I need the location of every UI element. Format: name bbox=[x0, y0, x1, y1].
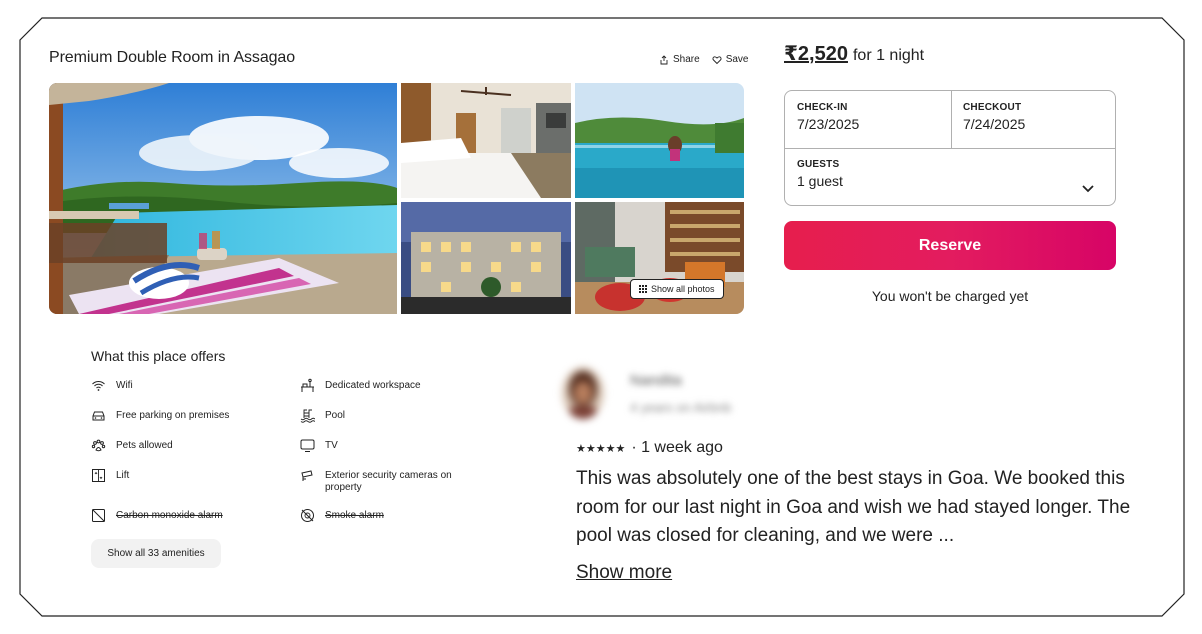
amenity-label: Lift bbox=[116, 470, 130, 481]
photo-building-exterior[interactable] bbox=[401, 202, 571, 314]
photo-infinity-pool[interactable] bbox=[575, 83, 744, 198]
review-text: This was absolutely one of the best stay… bbox=[576, 468, 1131, 546]
share-save-actions: Share Save bbox=[659, 54, 748, 65]
workspace-icon bbox=[301, 378, 314, 392]
checkout-value: 7/24/2025 bbox=[963, 116, 1026, 132]
amenity-parking: Free parking on premises bbox=[91, 408, 229, 423]
checkin-label: CHECK-IN bbox=[797, 102, 848, 113]
chevron-down-icon bbox=[1082, 185, 1094, 193]
grid-icon bbox=[639, 285, 647, 293]
price-period: for 1 night bbox=[852, 47, 925, 64]
date-divider bbox=[951, 91, 952, 148]
show-all-photos-label: Show all photos bbox=[651, 284, 715, 294]
amenity-workspace: Dedicated workspace bbox=[300, 378, 421, 393]
star-rating: ★★★★★ bbox=[576, 442, 626, 455]
booking-form: CHECK-IN 7/23/2025 CHECKOUT 7/24/2025 GU… bbox=[784, 90, 1116, 206]
heart-icon bbox=[712, 55, 722, 64]
amenity-security-cameras: Exterior security cameras on property bbox=[300, 468, 470, 494]
amenity-lift: Lift bbox=[91, 468, 129, 483]
amenity-label: Pool bbox=[325, 410, 346, 421]
amenity-tv: TV bbox=[300, 438, 338, 453]
amenity-label: Smoke alarm bbox=[325, 510, 384, 521]
reserve-button[interactable]: Reserve bbox=[784, 221, 1116, 270]
amenity-label: Carbon monoxide alarm bbox=[116, 510, 223, 521]
amenity-label: TV bbox=[325, 440, 338, 451]
reviewer-name: Nandita bbox=[630, 372, 682, 389]
show-all-photos-button[interactable]: Show all photos bbox=[630, 279, 724, 299]
guests-value: 1 guest bbox=[797, 173, 843, 189]
pool-icon bbox=[300, 409, 315, 423]
show-all-amenities-button[interactable]: Show all 33 amenities bbox=[91, 539, 221, 568]
photo-main-pool[interactable] bbox=[49, 83, 397, 314]
amenity-label: Dedicated workspace bbox=[325, 380, 421, 391]
amenity-smoke-alarm: Smoke alarm bbox=[300, 508, 384, 523]
security-camera-icon bbox=[301, 470, 313, 481]
guests-select[interactable]: GUESTS 1 guest bbox=[797, 159, 1107, 193]
amenity-label: Free parking on premises bbox=[116, 410, 230, 421]
amenities-title: What this place offers bbox=[91, 348, 226, 364]
avatar bbox=[562, 367, 604, 419]
nightly-price[interactable]: ₹2,520 bbox=[784, 41, 848, 66]
amenity-co-alarm: Carbon monoxide alarm bbox=[91, 508, 223, 523]
checkout-label: CHECKOUT bbox=[963, 102, 1022, 113]
amenity-label: Pets allowed bbox=[116, 440, 173, 451]
elevator-icon bbox=[92, 469, 105, 482]
checkout-field[interactable]: CHECKOUT 7/24/2025 bbox=[963, 102, 1025, 132]
amenity-label: Wifi bbox=[116, 380, 133, 391]
price-row: ₹2,520 for 1 night bbox=[784, 41, 924, 66]
show-more-link[interactable]: Show more bbox=[576, 562, 672, 584]
guests-divider bbox=[785, 148, 1115, 149]
amenity-pets: Pets allowed bbox=[91, 438, 173, 453]
share-button[interactable]: Share bbox=[659, 54, 700, 65]
save-button[interactable]: Save bbox=[712, 54, 749, 65]
checkin-field[interactable]: CHECK-IN 7/23/2025 bbox=[797, 102, 859, 132]
review-time: · 1 week ago bbox=[631, 439, 723, 456]
photo-bedroom[interactable] bbox=[401, 83, 571, 198]
guests-label: GUESTS bbox=[797, 159, 840, 170]
reviewer-meta: 4 years on Airbnb bbox=[630, 400, 732, 415]
share-label: Share bbox=[673, 54, 700, 65]
checkin-value: 7/23/2025 bbox=[797, 116, 860, 132]
tv-icon bbox=[300, 439, 315, 452]
share-icon bbox=[660, 54, 668, 64]
smoke-alarm-icon bbox=[301, 509, 314, 522]
save-label: Save bbox=[725, 54, 749, 65]
amenity-wifi: Wifi bbox=[91, 378, 133, 393]
not-charged-note: You won't be charged yet bbox=[871, 288, 1029, 304]
amenity-label: Exterior security cameras on property bbox=[325, 470, 452, 493]
amenity-pool: Pool bbox=[300, 408, 345, 423]
car-icon bbox=[92, 411, 105, 421]
listing-title: Premium Double Room in Assagao bbox=[49, 49, 296, 66]
wifi-icon bbox=[92, 381, 105, 391]
carbon-monoxide-alarm-icon bbox=[92, 509, 105, 522]
paw-icon bbox=[91, 439, 106, 452]
review-rating-row: ★★★★★ · 1 week ago bbox=[576, 439, 723, 457]
